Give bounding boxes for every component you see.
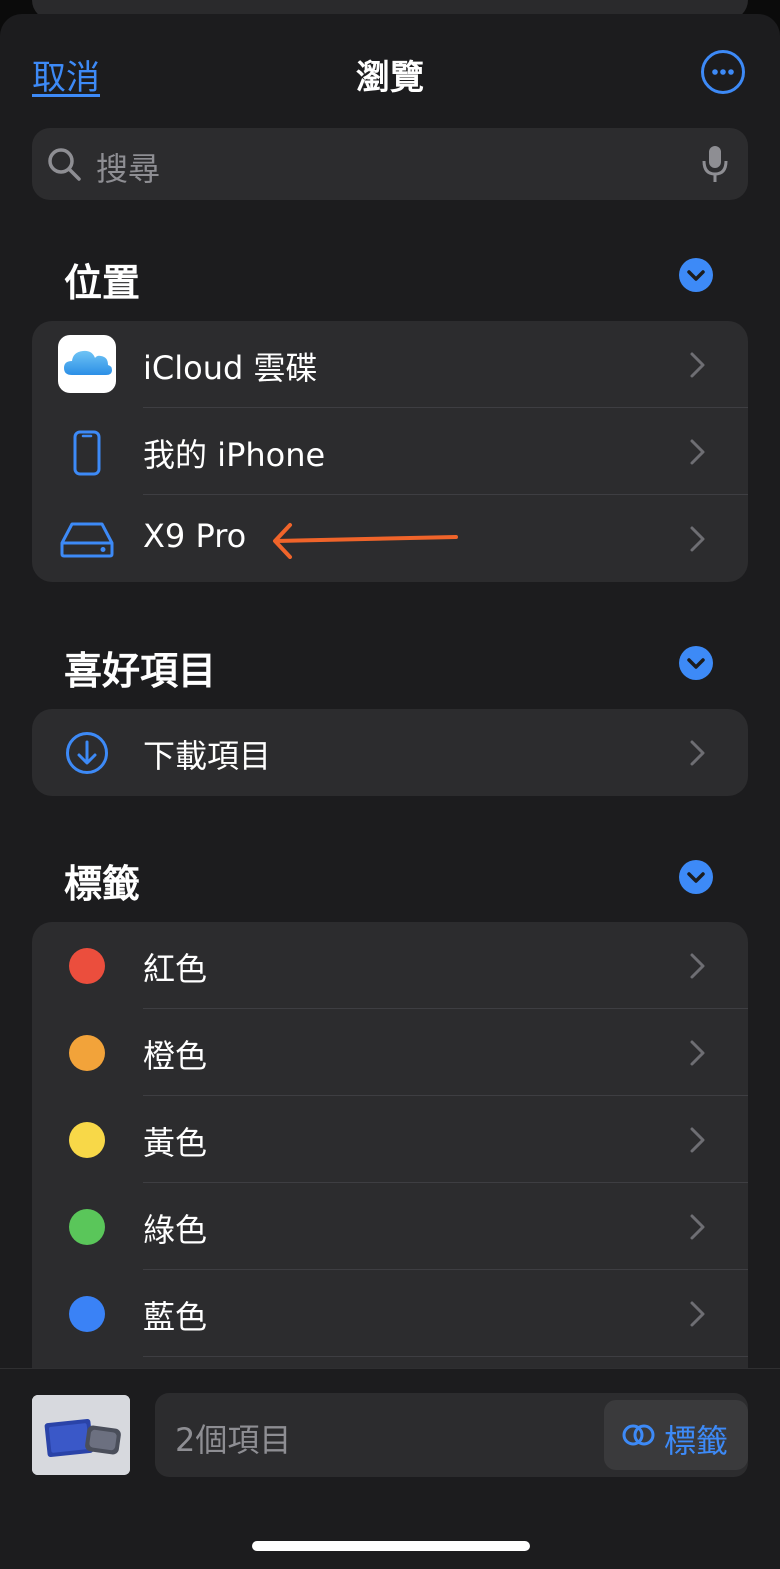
selected-items-thumbnail <box>32 1395 130 1475</box>
tag-item-green[interactable]: 綠色 <box>32 1183 748 1270</box>
tag-label: 黃色 <box>143 1124 208 1162</box>
bottom-bar: 2個項目 標籤 <box>0 1368 780 1569</box>
collapse-tags-button[interactable] <box>679 860 713 894</box>
favorites-list: 下載項目 <box>32 709 748 796</box>
location-label: X9 Pro <box>143 517 247 555</box>
collapse-locations-button[interactable] <box>679 258 713 292</box>
location-item-icloud[interactable]: iCloud 雲碟 <box>32 321 748 408</box>
chevron-down-icon <box>687 872 705 883</box>
tag-label: 綠色 <box>143 1211 208 1249</box>
red-tag-dot <box>69 948 105 984</box>
location-item-my-iphone[interactable]: 我的 iPhone <box>32 408 748 495</box>
chevron-right-icon <box>690 740 705 766</box>
chevron-right-icon <box>690 439 705 465</box>
home-indicator <box>252 1541 530 1551</box>
tag-item-red[interactable]: 紅色 <box>32 922 748 1009</box>
page-title: 瀏覽 <box>356 58 424 98</box>
green-tag-dot <box>69 1209 105 1245</box>
search-field[interactable]: 搜尋 <box>32 128 748 200</box>
collapse-favorites-button[interactable] <box>679 646 713 680</box>
items-count-text: 2個項目 <box>175 1421 292 1459</box>
annotation-arrow <box>273 523 458 559</box>
more-options-button[interactable] <box>701 50 745 94</box>
chevron-down-icon <box>687 658 705 669</box>
tag-item-yellow[interactable]: 黃色 <box>32 1096 748 1183</box>
items-count-field: 2個項目 標籤 <box>155 1393 748 1477</box>
browse-sheet: 取消 瀏覽 搜尋 位置 iCloud 雲碟 我的 iPhone X9 Pro 喜… <box>0 14 780 1569</box>
tag-label: 紅色 <box>143 950 208 988</box>
tags-list: 紅色 橙色 黃色 綠色 藍色 <box>32 922 748 1392</box>
tag-item-blue[interactable]: 藍色 <box>32 1270 748 1357</box>
orange-tag-dot <box>69 1035 105 1071</box>
tag-item-orange[interactable]: 橙色 <box>32 1009 748 1096</box>
icloud-icon <box>58 335 116 393</box>
iphone-icon <box>73 430 101 476</box>
chevron-right-icon <box>690 1127 705 1153</box>
location-label: 我的 iPhone <box>143 436 326 474</box>
chevron-down-icon <box>687 270 705 281</box>
tag-label: 橙色 <box>143 1037 208 1075</box>
section-title-favorites: 喜好項目 <box>64 649 217 693</box>
locations-list: iCloud 雲碟 我的 iPhone X9 Pro <box>32 321 748 582</box>
favorite-label: 下載項目 <box>143 737 272 775</box>
ellipsis-icon <box>712 69 734 75</box>
tag-toggle-icon <box>622 1424 655 1446</box>
navigation-bar: 取消 瀏覽 <box>0 14 780 126</box>
location-item-x9-pro[interactable]: X9 Pro <box>32 495 748 582</box>
tag-label: 藍色 <box>143 1298 208 1336</box>
chevron-right-icon <box>690 526 705 552</box>
location-label: iCloud 雲碟 <box>143 349 318 387</box>
section-title-locations: 位置 <box>64 261 141 305</box>
download-icon <box>66 732 108 774</box>
tags-button-label: 標籤 <box>664 1422 729 1460</box>
blue-tag-dot <box>69 1296 105 1332</box>
chevron-right-icon <box>690 1214 705 1240</box>
chevron-right-icon <box>690 352 705 378</box>
chevron-right-icon <box>690 1040 705 1066</box>
chevron-right-icon <box>690 953 705 979</box>
tags-button[interactable]: 標籤 <box>604 1400 748 1470</box>
external-drive-icon <box>60 522 114 558</box>
yellow-tag-dot <box>69 1122 105 1158</box>
favorite-item-downloads[interactable]: 下載項目 <box>32 709 748 796</box>
chevron-right-icon <box>690 1301 705 1327</box>
search-icon <box>48 148 81 181</box>
microphone-icon[interactable] <box>698 144 732 184</box>
search-placeholder: 搜尋 <box>96 150 161 188</box>
section-title-tags: 標籤 <box>64 862 141 906</box>
